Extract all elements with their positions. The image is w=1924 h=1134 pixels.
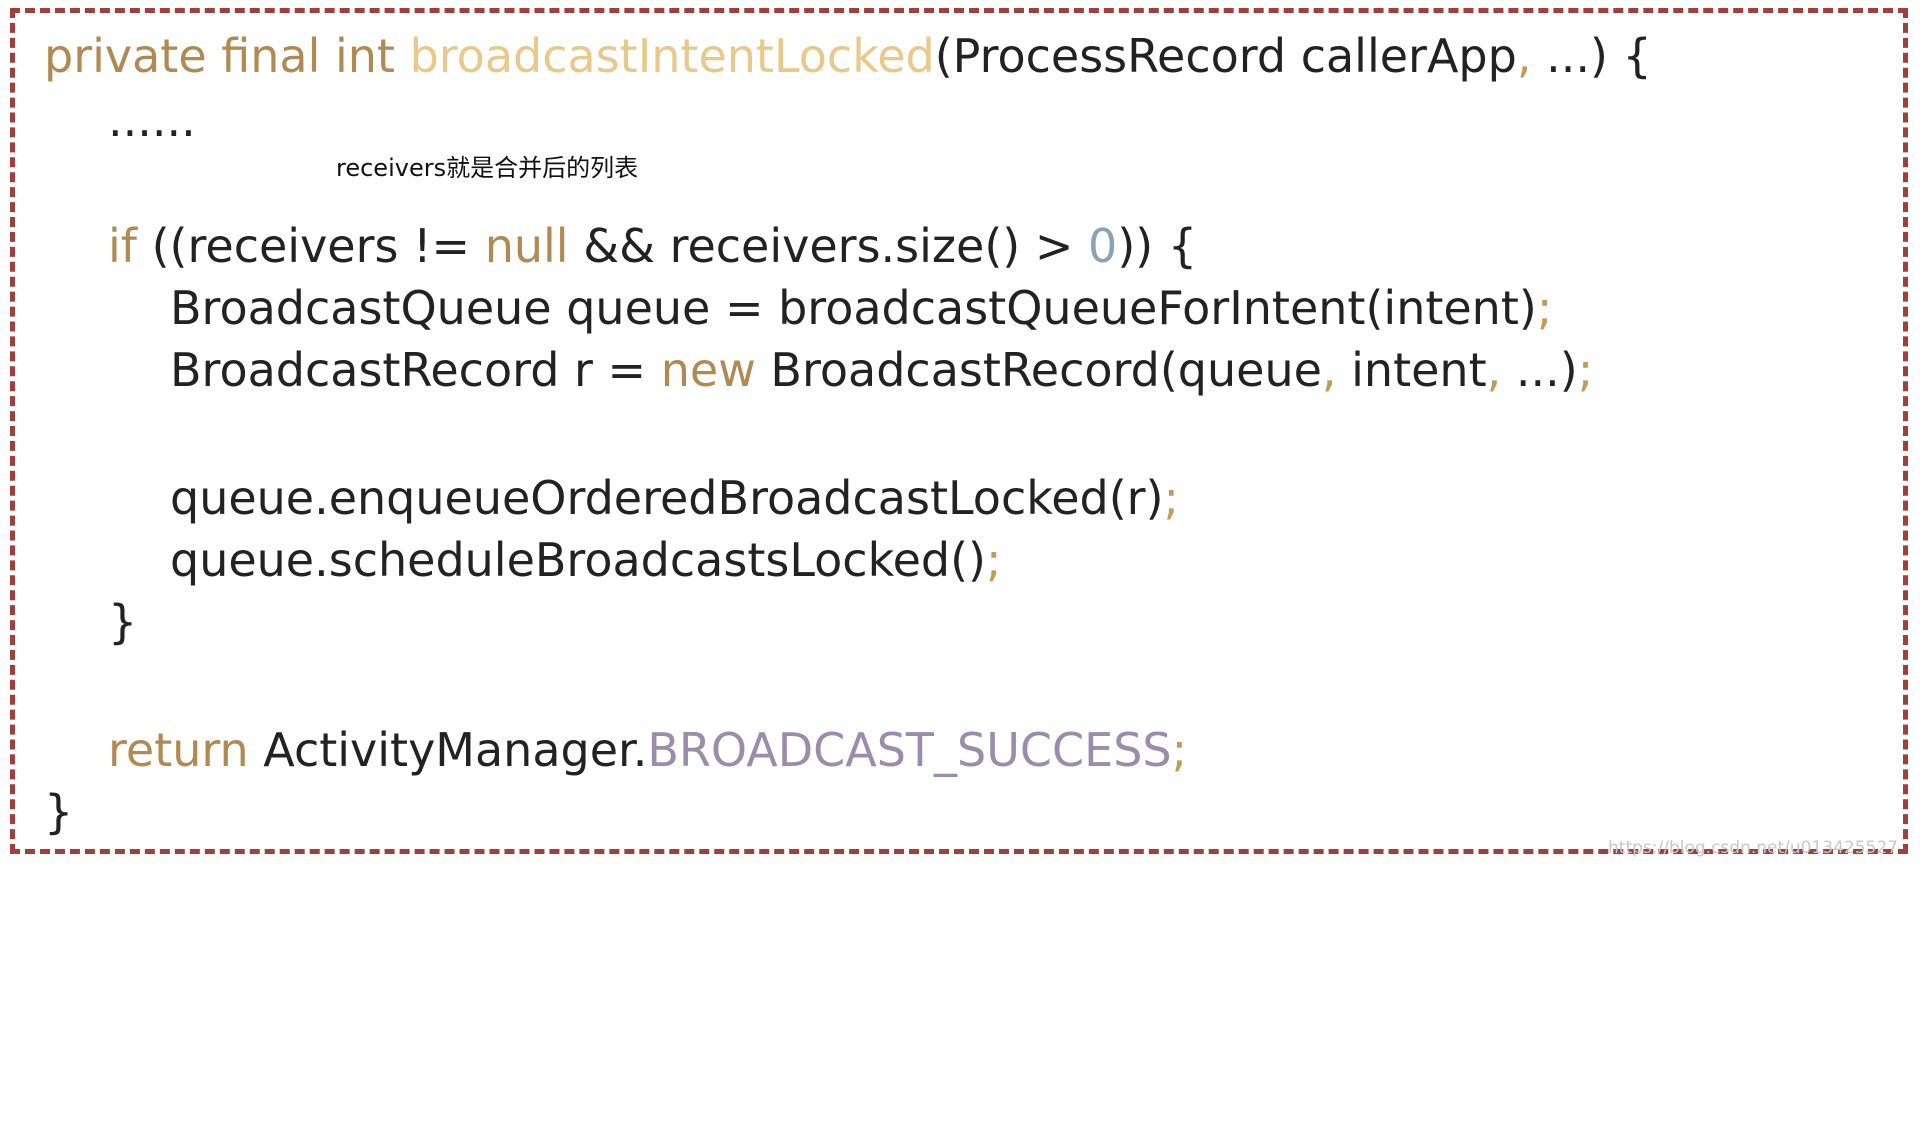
punct-comma: , xyxy=(1321,343,1337,397)
return-expression: ActivityManager. xyxy=(248,723,648,777)
code-line-signature: private final int broadcastIntentLocked(… xyxy=(44,26,1652,86)
record-statement-d: ...) xyxy=(1501,343,1578,397)
number-literal: 0 xyxy=(1088,219,1118,273)
code-line-close-if: } xyxy=(108,595,138,649)
record-statement-a: BroadcastRecord r = xyxy=(170,343,661,397)
punct-semicolon: ; xyxy=(1171,723,1188,777)
code-line-schedule: queue.scheduleBroadcastsLocked(); xyxy=(170,530,1001,590)
punct-comma: , xyxy=(1486,343,1502,397)
keyword-modifiers: private final int xyxy=(44,29,410,83)
code-line-close-method: } xyxy=(44,785,74,839)
if-condition-c: )) { xyxy=(1117,219,1198,273)
code-block: private final int broadcastIntentLocked(… xyxy=(0,0,1924,868)
keyword-return: return xyxy=(108,723,249,777)
punct-semicolon: ; xyxy=(1163,471,1180,525)
watermark: https://blog.csdn.net/u013425527 xyxy=(1608,838,1898,858)
schedule-statement: queue.scheduleBroadcastsLocked() xyxy=(170,533,986,587)
keyword-if: if xyxy=(108,219,137,273)
code-line-record: BroadcastRecord r = new BroadcastRecord(… xyxy=(170,340,1593,400)
annotation-note: receivers就是合并后的列表 xyxy=(336,154,639,182)
punct-semicolon: ; xyxy=(1577,343,1594,397)
code-line-if: if ((receivers != null && receivers.size… xyxy=(108,216,1197,276)
punct-semicolon: ; xyxy=(1536,281,1553,335)
code-line-enqueue: queue.enqueueOrderedBroadcastLocked(r); xyxy=(170,468,1179,528)
enqueue-statement: queue.enqueueOrderedBroadcastLocked(r) xyxy=(170,471,1164,525)
queue-statement: BroadcastQueue queue = broadcastQueueFor… xyxy=(170,281,1537,335)
record-statement-c: intent xyxy=(1336,343,1487,397)
code-line-ellipsis: ...... xyxy=(108,93,196,147)
method-name: broadcastIntentLocked xyxy=(409,29,935,83)
keyword-new: new xyxy=(660,343,756,397)
punct-comma: , xyxy=(1516,29,1532,83)
if-condition-a: ((receivers != xyxy=(136,219,485,273)
method-params: (ProcessRecord callerApp xyxy=(934,29,1517,83)
record-statement-b: BroadcastRecord(queue xyxy=(755,343,1322,397)
keyword-null: null xyxy=(484,219,569,273)
if-condition-b: && receivers.size() > xyxy=(568,219,1089,273)
constant-broadcast-success: BROADCAST_SUCCESS xyxy=(647,723,1172,777)
method-params-tail: ...) { xyxy=(1531,29,1652,83)
code-line-queue: BroadcastQueue queue = broadcastQueueFor… xyxy=(170,278,1552,338)
code-line-return: return ActivityManager.BROADCAST_SUCCESS… xyxy=(108,720,1187,780)
punct-semicolon: ; xyxy=(985,533,1002,587)
